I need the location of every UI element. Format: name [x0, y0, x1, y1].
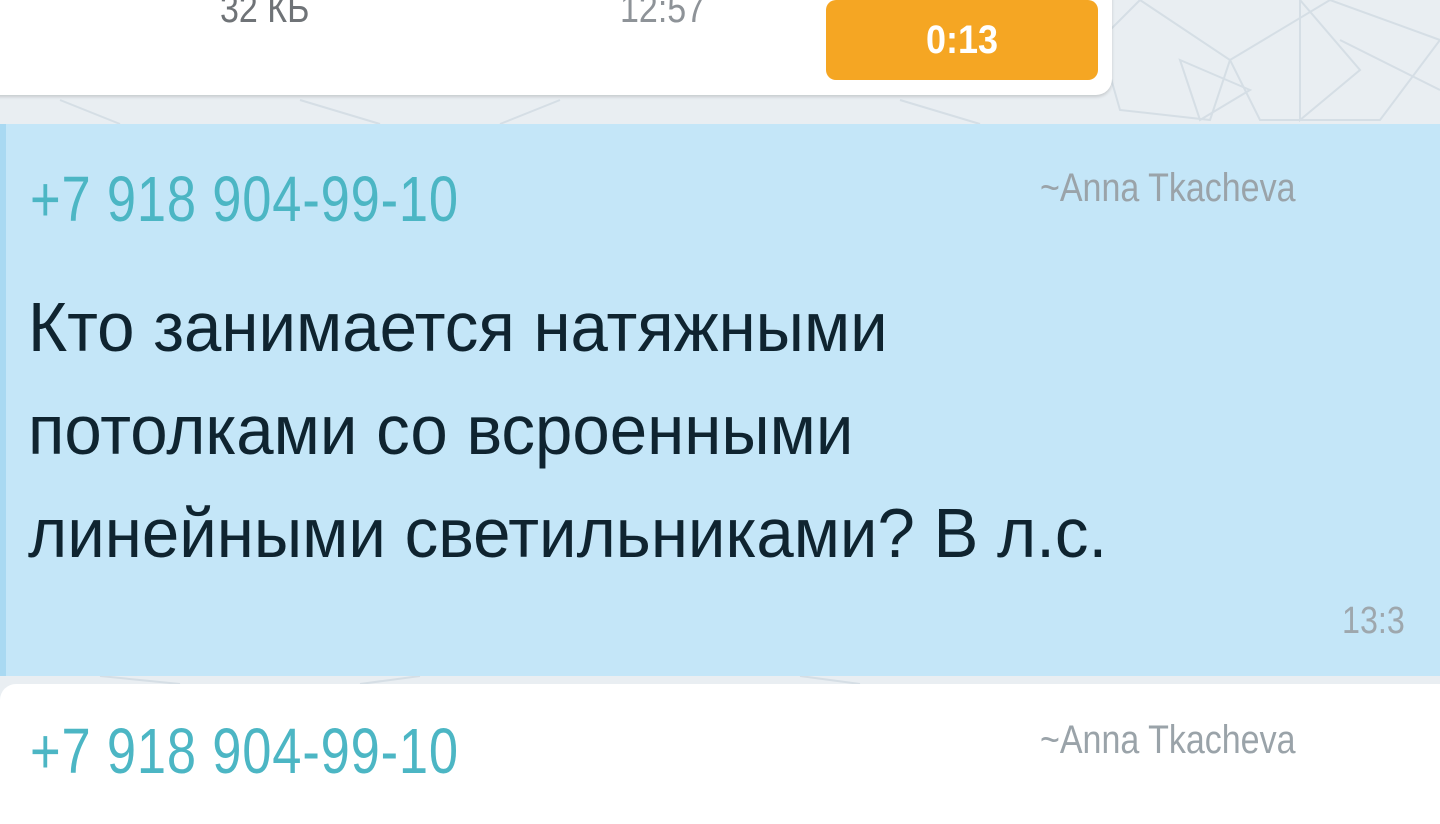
highlighted-message-bubble[interactable]: +7 918 904-99-10 ~Anna Tkacheva Кто зани…: [0, 124, 1440, 676]
duration-badge: 0:13: [826, 0, 1098, 80]
message-time: 13:3: [1342, 600, 1405, 642]
next-message-bubble[interactable]: +7 918 904-99-10 ~Anna Tkacheva: [0, 684, 1440, 824]
message-line: Кто занимается натяжными: [28, 288, 888, 366]
message-line: потолками со всроенными: [28, 391, 854, 469]
message-time: 12:57: [620, 0, 706, 31]
sender-name: ~Anna Tkacheva: [1040, 166, 1296, 210]
sender-name: ~Anna Tkacheva: [1040, 718, 1296, 762]
file-size: 32 КБ: [220, 0, 310, 31]
sender-phone[interactable]: +7 918 904-99-10: [30, 162, 459, 236]
sender-phone[interactable]: +7 918 904-99-10: [30, 714, 459, 788]
duration-label: 0:13: [925, 17, 999, 62]
message-text: Кто занимается натяжными потолками со вс…: [28, 276, 1428, 585]
message-line: линейными светильниками? В л.с.: [28, 494, 1108, 572]
